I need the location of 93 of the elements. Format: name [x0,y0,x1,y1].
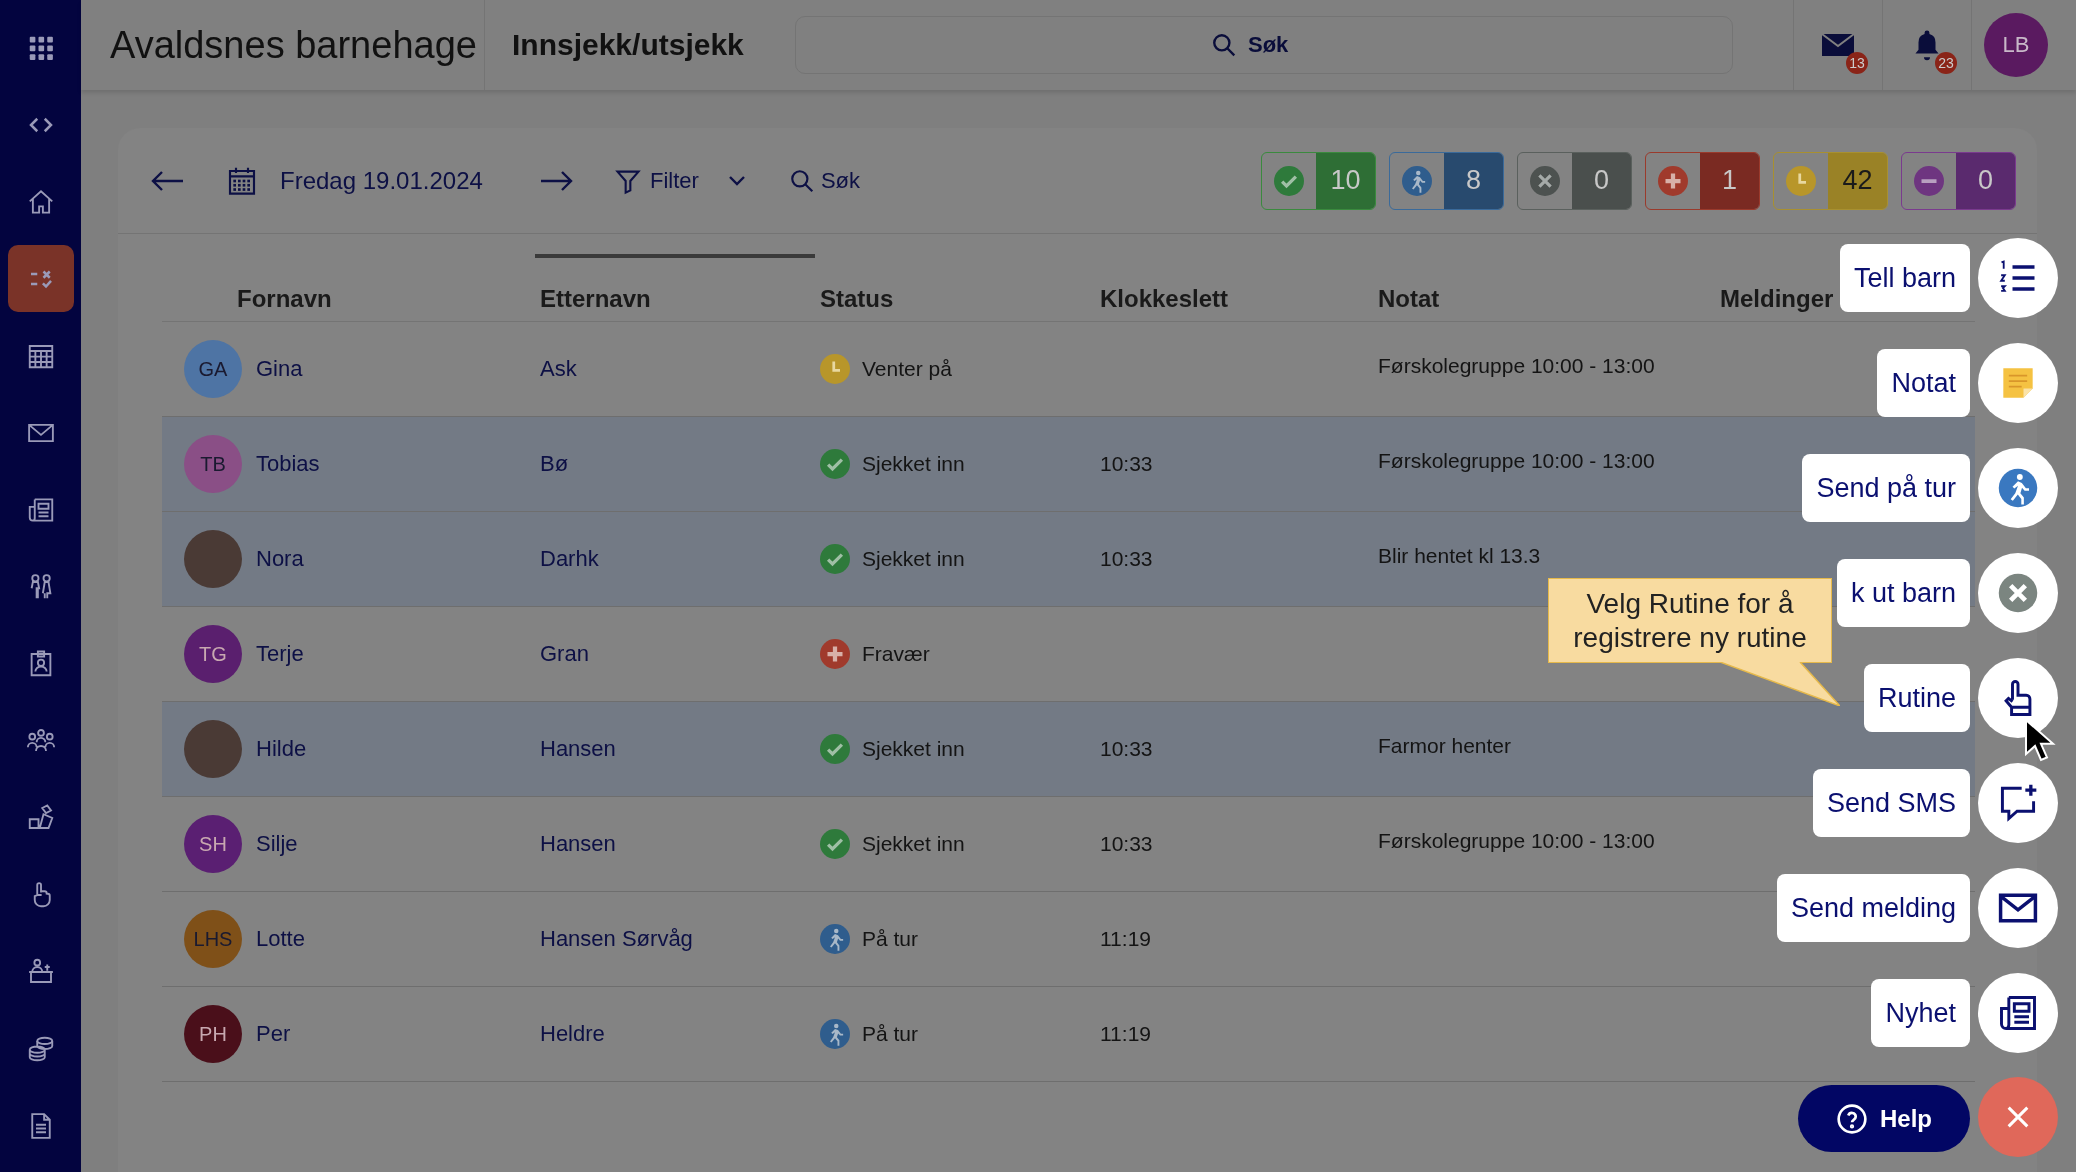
first-name: Per [256,1021,291,1047]
column-header[interactable]: Notat [1373,254,1715,321]
action-menu[interactable]: Send melding [1776,874,1970,942]
status-label: Sjekket inn [862,547,965,571]
status-label: Sjekket inn [862,737,965,761]
first-name: Nora [256,546,304,572]
check-circle-icon [820,734,850,764]
search-icon [1211,32,1237,58]
note-text: Førskolegruppe 10:00 - 13:00 [1378,354,1655,378]
status-label: På tur [862,1022,919,1046]
column-header[interactable]: Status [815,254,1095,321]
time: 10:33 [1100,737,1153,761]
search-field[interactable]: Søk [820,167,881,194]
previous-day-button[interactable] [150,169,184,192]
note-text: Farmor henter [1378,734,1512,758]
checkin-nav-button[interactable] [7,245,74,312]
status-count-chip[interactable]: 1 [1645,151,1760,210]
check-circle-icon [820,829,850,859]
check-circle-icon [1274,165,1304,196]
column-header[interactable]: Klokkeslett [1095,254,1373,321]
column-header[interactable]: Etternavn [535,254,815,321]
action-menu[interactable]: Send på tur [1802,454,1970,522]
time: 10:33 [1100,452,1153,476]
help-button[interactable]: Help [1798,1085,1970,1152]
time: 11:19 [1100,927,1151,951]
x-circle-icon [1530,165,1560,196]
first-name: Tobias [256,451,320,477]
status-count-chip[interactable]: 0 [1901,151,2016,210]
walking-person-icon [820,924,850,954]
time: 11:19 [1100,1022,1151,1046]
page-title: Innsjekk/utsjekk [511,28,745,62]
action-menu[interactable]: Notat [1877,349,1970,417]
column-header[interactable]: Fornavn [162,254,535,321]
last-name: Darhk [540,546,599,572]
last-name: Bø [540,451,569,477]
clock-icon [1786,165,1816,196]
avatar: LHS [184,910,242,968]
app-title: Avaldsnes barnehage [110,23,477,67]
plus-circle-icon [1658,165,1688,196]
action-menu[interactable]: Tell barn [1839,244,1970,312]
time: 10:33 [1100,547,1153,571]
status-count-chip[interactable]: 8 [1389,151,1504,210]
status-label: Fravær [862,642,930,666]
notification-count-badge: 23 [1935,52,1957,74]
filter-button[interactable]: Filter [614,166,699,195]
status-label: Venter på [862,357,952,381]
status-label: Sjekket inn [862,832,965,856]
action-menu[interactable]: Nyhet [1871,979,1970,1047]
walking-person-icon [1996,466,2040,510]
avatar: GA [184,340,242,398]
last-name: Gran [540,641,589,667]
status-count-chip[interactable]: 0 [1517,151,1632,210]
date-label: Fredag 19.01.2024 [280,166,484,195]
time: 10:33 [1100,832,1153,856]
help-icon [1836,1102,1868,1135]
first-name: Lotte [256,926,305,952]
last-name: Heldre [540,1021,605,1047]
status-count-chip[interactable]: 10 [1261,151,1376,210]
note-text: Blir hentet kl 13.3 [1378,544,1541,568]
first-name: Terje [256,641,304,667]
last-name: Hansen [540,831,616,857]
search-field[interactable]: Søk [795,16,1733,74]
caret-icon[interactable] [726,173,747,188]
action-menu[interactable]: k ut barn [1836,559,1970,627]
last-name: Hansen [540,736,616,762]
check-circle-icon [820,544,850,574]
action-menu[interactable]: Send SMS [1812,769,1970,837]
note-text: Førskolegruppe 10:00 - 13:00 [1378,829,1655,853]
status-count-chip[interactable]: 42 [1773,151,1888,210]
last-name: Ask [540,356,577,382]
check-circle-icon [820,449,850,479]
avatar: TG [184,625,242,683]
first-name: Silje [256,831,298,857]
note-text: Førskolegruppe 10:00 - 13:00 [1378,449,1655,473]
status-label: På tur [862,927,919,951]
user-avatar[interactable]: LB [1984,13,2048,77]
unread-count-badge: 13 [1846,52,1868,74]
walking-person-icon [1402,165,1432,196]
action-menu[interactable]: Rutine [1863,664,1970,732]
x-circle-icon [1996,571,2040,615]
clock-icon [820,354,850,384]
plus-circle-icon [820,639,850,669]
first-name: Hilde [256,736,307,762]
next-day-button[interactable] [540,169,574,192]
avatar: PH [184,1005,242,1063]
search-icon [788,167,815,194]
avatar: SH [184,815,242,873]
status-label: Sjekket inn [862,452,965,476]
walking-person-icon [820,1019,850,1049]
last-name: Hansen Sørvåg [540,926,693,952]
first-name: Gina [256,356,303,382]
avatar: TB [184,435,242,493]
minus-circle-icon [1914,165,1944,196]
